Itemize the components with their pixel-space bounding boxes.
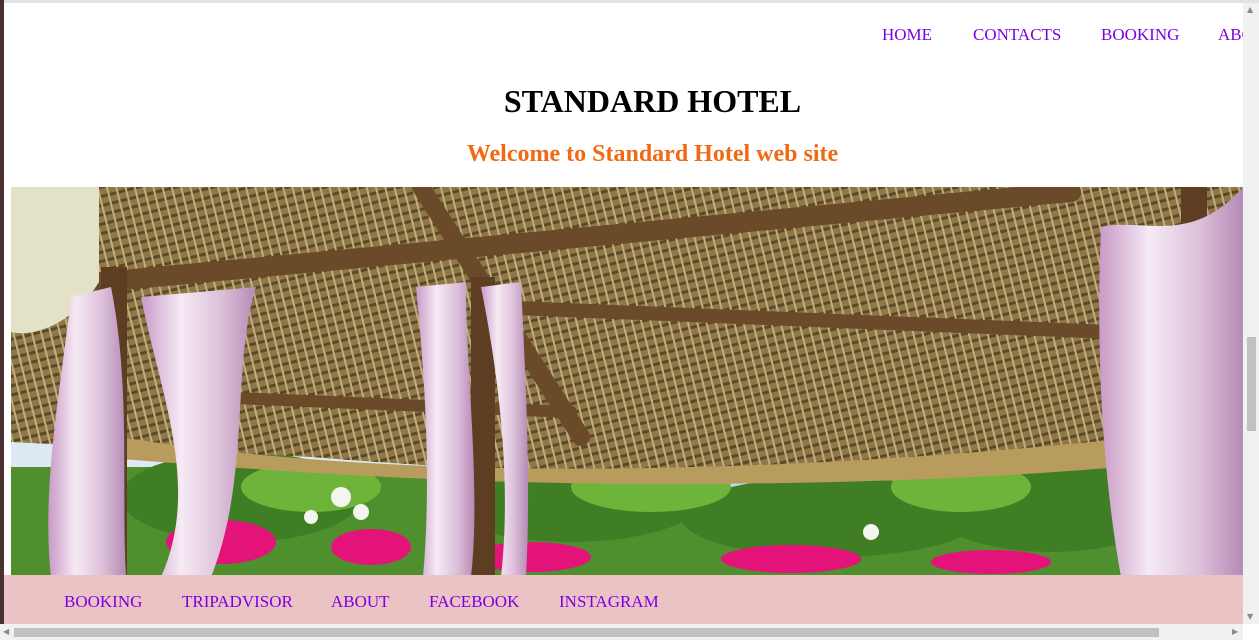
scroll-down-arrow-icon[interactable]: ▼ [1247, 613, 1253, 621]
bottom-nav-booking-link[interactable]: BOOKING [64, 592, 142, 612]
top-nav-home-link[interactable]: HOME [882, 25, 932, 45]
bottom-nav: BOOKING TRIPADVISOR ABOUT FACEBOOK INSTA… [4, 575, 1243, 624]
vertical-scrollbar-thumb[interactable] [1247, 337, 1256, 431]
top-nav-about-link[interactable]: ABOUT [1218, 25, 1243, 45]
horizontal-scrollbar-thumb[interactable] [14, 628, 1159, 637]
scroll-left-arrow-icon[interactable]: ◀ [3, 628, 9, 636]
page-subtitle: Welcome to Standard Hotel web site [466, 141, 839, 167]
bottom-nav-about-link[interactable]: ABOUT [331, 592, 390, 612]
page-title: STANDARD HOTEL [503, 83, 802, 119]
bottom-nav-facebook-link[interactable]: FACEBOOK [429, 592, 519, 612]
hero-image [11, 187, 1243, 577]
horizontal-scrollbar[interactable]: ◀ ▶ [0, 624, 1243, 640]
scroll-up-arrow-icon[interactable]: ▲ [1247, 6, 1253, 14]
top-nav-contacts-link[interactable]: CONTACTS [973, 25, 1061, 45]
bottom-nav-tripadvisor-link[interactable]: TRIPADVISOR [182, 592, 293, 612]
vertical-scrollbar[interactable]: ▲ ▼ [1243, 3, 1259, 624]
page-viewport: HOME CONTACTS BOOKING ABOUT STANDARD HOT… [4, 3, 1243, 624]
bottom-nav-instagram-link[interactable]: INSTAGRAM [559, 592, 659, 612]
scroll-right-arrow-icon[interactable]: ▶ [1232, 628, 1238, 636]
top-nav-booking-link[interactable]: BOOKING [1101, 25, 1179, 45]
